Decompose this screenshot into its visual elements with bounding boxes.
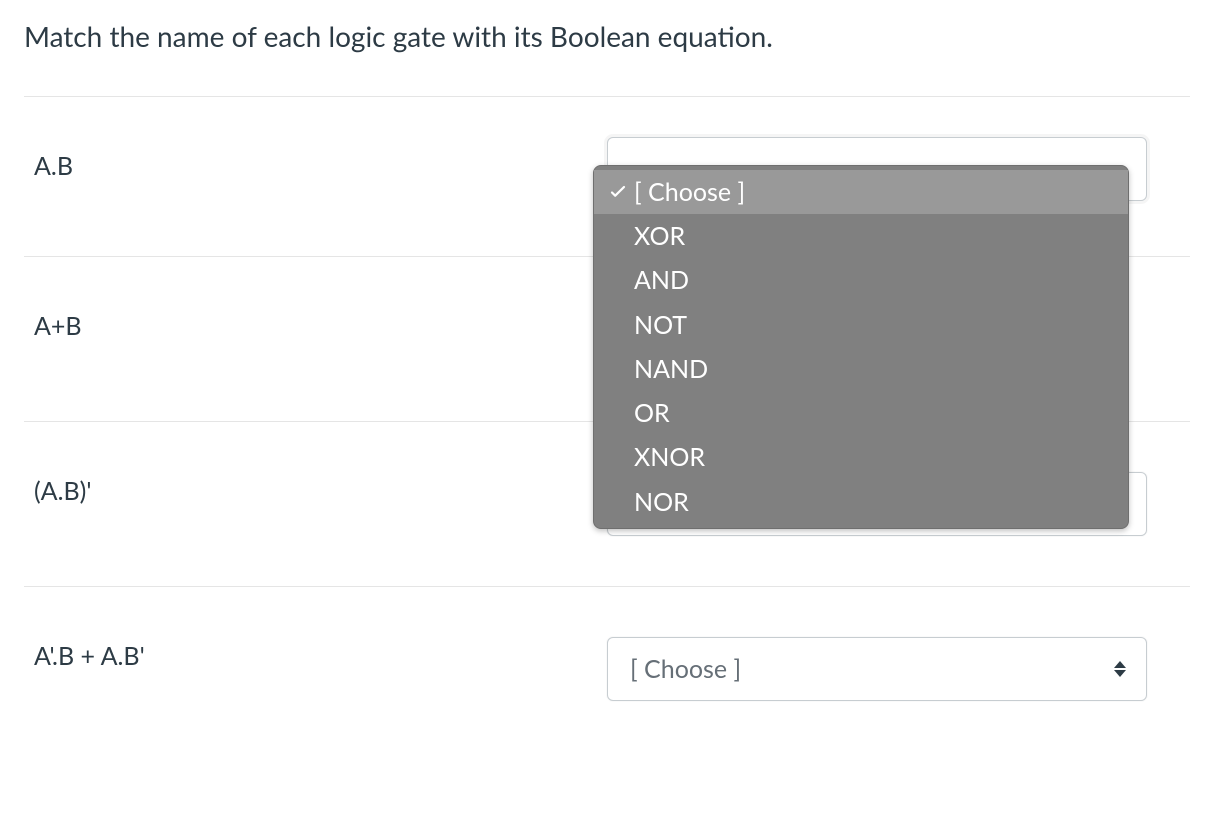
select-placeholder: [ Choose ]	[630, 654, 741, 684]
answer-cell: [ Choose ]	[607, 637, 1190, 701]
dropdown-option-not[interactable]: NOT	[594, 303, 1128, 347]
option-label: XOR	[634, 218, 1116, 254]
question-prompt: Match the name of each logic gate with i…	[24, 18, 1190, 56]
match-row: A.B [ Choose ] XOR	[24, 97, 1190, 257]
equation-label: (A.B)'	[24, 472, 607, 506]
equation-label: A+B	[24, 307, 607, 341]
option-label: [ Choose ]	[634, 174, 1116, 210]
option-label: OR	[634, 395, 1116, 431]
dropdown-option-and[interactable]: AND	[594, 258, 1128, 302]
matching-rows: A.B [ Choose ] XOR	[24, 96, 1190, 751]
match-row: A'.B + A.B' [ Choose ]	[24, 587, 1190, 751]
option-label: NOT	[634, 307, 1116, 343]
dropdown-open[interactable]: [ Choose ] XOR AND NOT	[607, 137, 1147, 201]
answer-select[interactable]: [ Choose ]	[607, 637, 1147, 701]
option-label: NAND	[634, 351, 1116, 387]
dropdown-option-nand[interactable]: NAND	[594, 347, 1128, 391]
check-icon	[606, 184, 630, 200]
dropdown-option-xnor[interactable]: XNOR	[594, 435, 1128, 479]
sort-icon	[1112, 658, 1128, 680]
dropdown-option-or[interactable]: OR	[594, 391, 1128, 435]
dropdown-option-choose[interactable]: [ Choose ]	[594, 170, 1128, 214]
dropdown-option-nor[interactable]: NOR	[594, 480, 1128, 524]
equation-label: A'.B + A.B'	[24, 637, 607, 671]
dropdown-list[interactable]: [ Choose ] XOR AND NOT	[593, 165, 1129, 529]
option-label: XNOR	[634, 439, 1116, 475]
option-label: NOR	[634, 484, 1116, 520]
dropdown-option-xor[interactable]: XOR	[594, 214, 1128, 258]
equation-label: A.B	[24, 147, 607, 181]
option-label: AND	[634, 262, 1116, 298]
